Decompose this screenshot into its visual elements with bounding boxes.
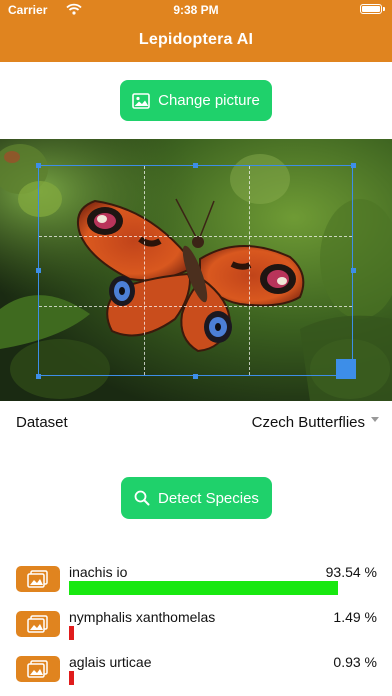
- crop-gridline: [39, 306, 352, 307]
- species-name: inachis io: [69, 564, 128, 580]
- change-picture-label: Change picture: [158, 92, 260, 109]
- search-icon: [134, 490, 150, 506]
- probability-bar: [69, 626, 74, 640]
- crop-frame[interactable]: [38, 165, 353, 376]
- image-icon: [132, 92, 150, 109]
- species-name: aglais urticae: [69, 654, 152, 670]
- crop-handle-bottom-left[interactable]: [36, 374, 41, 379]
- dataset-selected-value: Czech Butterflies: [251, 414, 365, 431]
- detect-species-label: Detect Species: [158, 489, 259, 507]
- dataset-label: Dataset: [16, 414, 68, 431]
- species-probability: 93.54 %: [325, 564, 377, 580]
- probability-bar: [69, 671, 74, 685]
- app-header: Carrier 9:38 PM Lepidoptera AI: [0, 0, 392, 62]
- result-row[interactable]: nymphalis xanthomelas 1.49 %: [0, 605, 392, 645]
- crop-handle-top-left[interactable]: [36, 163, 41, 168]
- probability-bar: [69, 581, 338, 595]
- species-thumbnail[interactable]: [16, 656, 60, 682]
- dataset-dropdown[interactable]: Czech Butterflies: [252, 414, 379, 431]
- app-title: Lepidoptera AI: [138, 31, 254, 48]
- battery-icon: [360, 4, 385, 14]
- result-row[interactable]: aglais urticae 0.93 %: [0, 650, 392, 690]
- crop-handle-top-right[interactable]: [351, 163, 356, 168]
- detect-species-button[interactable]: Detect Species: [121, 477, 272, 519]
- chevron-down-icon: [371, 417, 379, 422]
- crop-handle-right[interactable]: [351, 268, 356, 273]
- gallery-icon: [27, 615, 48, 633]
- crop-gridline: [39, 236, 352, 237]
- status-bar: Carrier 9:38 PM: [0, 0, 392, 20]
- gallery-icon: [27, 570, 48, 588]
- gallery-icon: [27, 660, 48, 678]
- result-row[interactable]: inachis io 93.54 %: [0, 560, 392, 600]
- species-probability: 0.93 %: [333, 654, 377, 670]
- crop-gridline: [249, 166, 250, 375]
- crop-handle-bottom[interactable]: [193, 374, 198, 379]
- crop-resize-handle[interactable]: [336, 359, 356, 379]
- species-name: nymphalis xanthomelas: [69, 609, 216, 625]
- clock: 9:38 PM: [173, 3, 219, 17]
- crop-handle-left[interactable]: [36, 268, 41, 273]
- crop-handle-top[interactable]: [193, 163, 198, 168]
- change-picture-button[interactable]: Change picture: [120, 80, 272, 121]
- species-thumbnail[interactable]: [16, 566, 60, 592]
- crop-gridline: [144, 166, 145, 375]
- species-thumbnail[interactable]: [16, 611, 60, 637]
- species-probability: 1.49 %: [333, 609, 377, 625]
